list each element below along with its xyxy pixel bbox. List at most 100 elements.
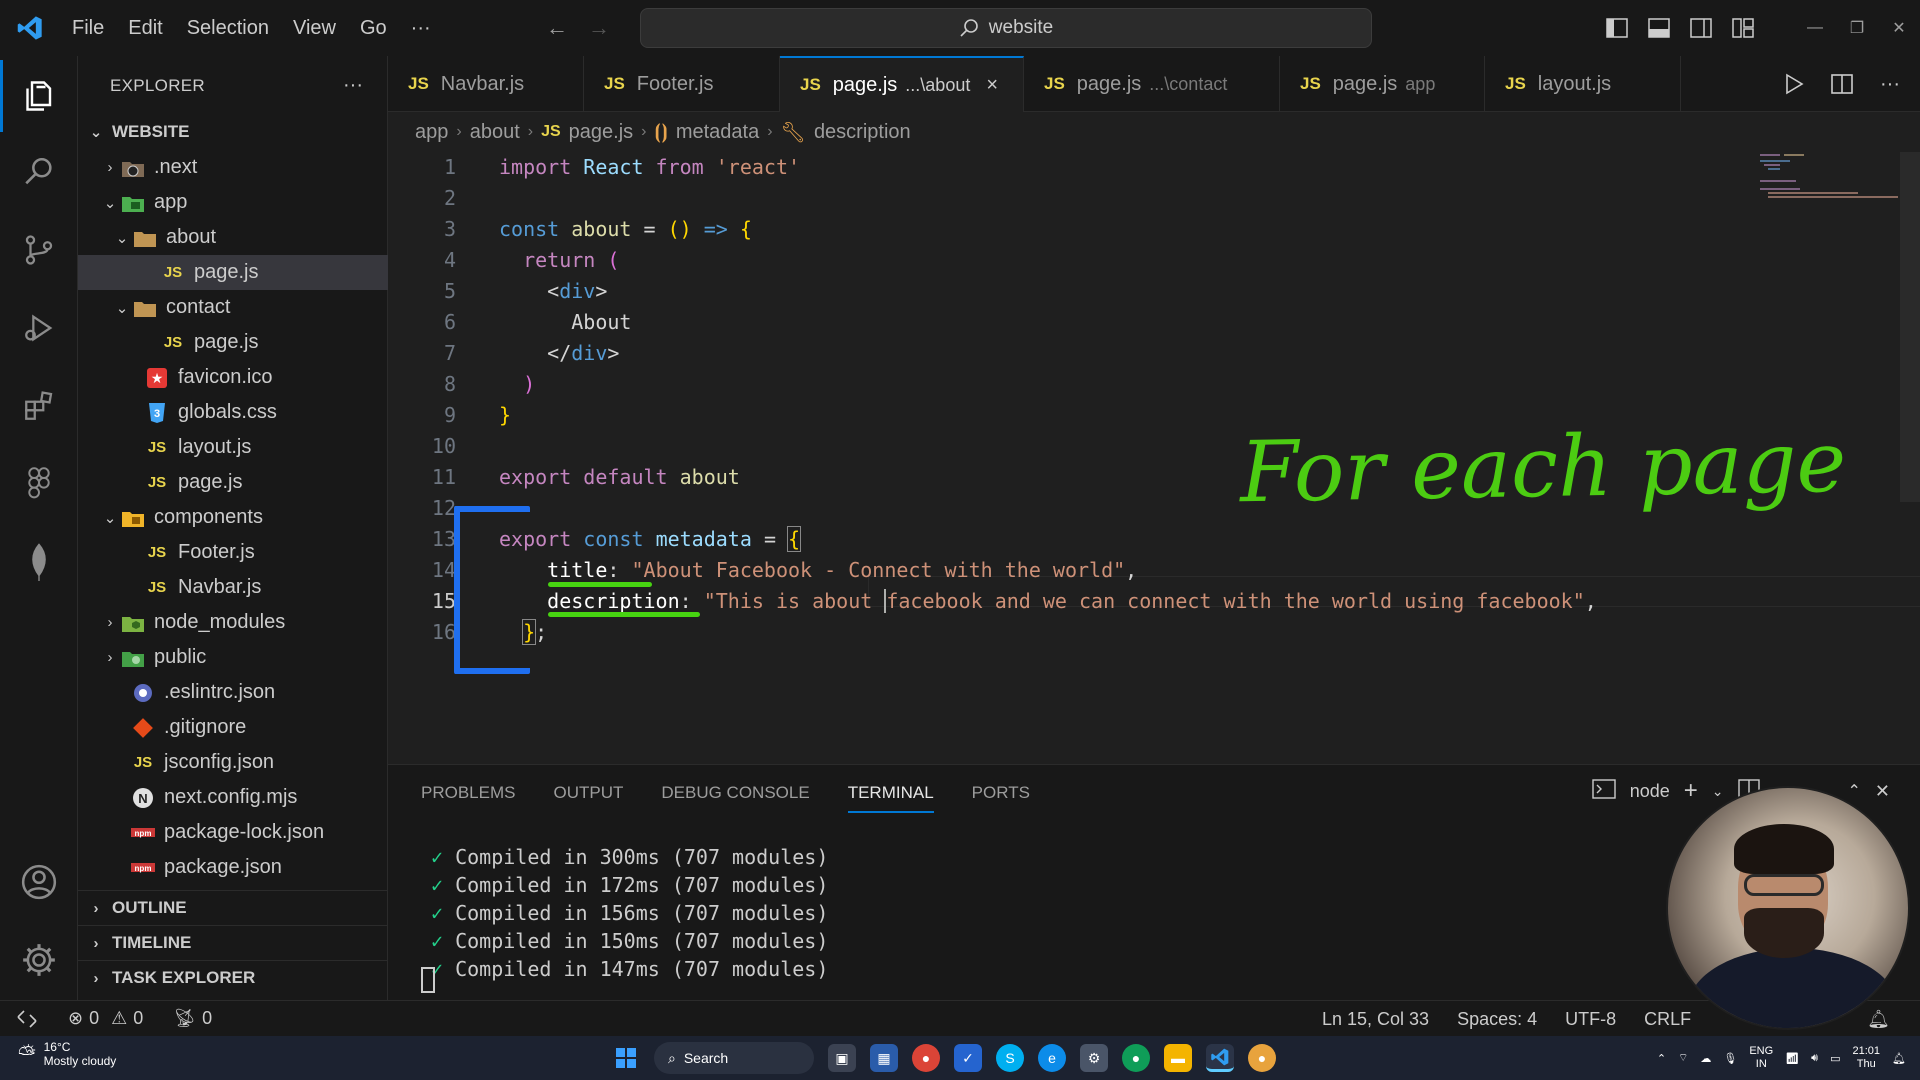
taskbar-search[interactable]: ⌕ Search: [654, 1042, 814, 1074]
tab-app-page-js[interactable]: JS page.js app: [1280, 56, 1485, 112]
tree-item-next[interactable]: › .next: [78, 150, 388, 185]
tab-footer-js[interactable]: JS Footer.js: [584, 56, 780, 112]
tree-item-public[interactable]: › public: [78, 640, 388, 675]
tree-item-favicon[interactable]: ★ favicon.ico: [78, 360, 388, 395]
tree-item-contact[interactable]: ⌄ contact: [78, 290, 388, 325]
ports-status[interactable]: 📡︎ 0: [173, 1008, 212, 1029]
tree-item-navbar-js[interactable]: JS Navbar.js: [78, 570, 388, 605]
menu-selection[interactable]: Selection: [175, 0, 281, 56]
tab-about-page-js[interactable]: JS page.js ...\about ×: [780, 56, 1024, 112]
extensions-icon[interactable]: [0, 370, 78, 442]
calendar-app-icon[interactable]: ▦: [870, 1044, 898, 1072]
tree-item-next-config[interactable]: N next.config.mjs: [78, 780, 388, 815]
tab-layout-js[interactable]: JS layout.js: [1485, 56, 1681, 112]
tree-item-package-json[interactable]: npm package.json: [78, 850, 388, 885]
tab-debug-console[interactable]: DEBUG CONSOLE: [661, 783, 809, 803]
battery-icon[interactable]: ▭: [1830, 1052, 1840, 1065]
tree-item-about-page[interactable]: JS page.js: [78, 255, 388, 290]
windows-start-icon[interactable]: [612, 1044, 640, 1072]
microphone-icon[interactable]: 🎙︎: [1723, 1052, 1737, 1065]
section-task-explorer[interactable]: › TASK EXPLORER: [78, 960, 388, 995]
tree-item-layout-js[interactable]: JS layout.js: [78, 430, 388, 465]
tab-ports[interactable]: PORTS: [972, 783, 1030, 803]
onedrive-cloud-icon[interactable]: ☁: [1700, 1052, 1711, 1065]
restore-icon[interactable]: ❐: [1836, 0, 1878, 56]
tab-contact-page-js[interactable]: JS page.js ...\contact: [1024, 56, 1280, 112]
tree-item-footer-js[interactable]: JS Footer.js: [78, 535, 388, 570]
close-tab-icon[interactable]: ×: [986, 74, 998, 97]
remote-icon[interactable]: [0, 1001, 54, 1037]
search-icon[interactable]: [0, 136, 78, 208]
split-editor-icon[interactable]: [1822, 74, 1862, 94]
minimap[interactable]: [1760, 152, 1900, 212]
workspace-root[interactable]: ⌄ WEBSITE: [78, 114, 388, 149]
section-outline[interactable]: › OUTLINE: [78, 890, 388, 925]
new-terminal-plus-icon[interactable]: +: [1684, 777, 1698, 805]
maximize-panel-icon[interactable]: ⌃: [1848, 781, 1861, 801]
chrome-canary-icon[interactable]: ●: [1248, 1044, 1276, 1072]
editor-more-icon[interactable]: ···: [1870, 73, 1910, 96]
menu-edit[interactable]: Edit: [116, 0, 174, 56]
tree-item-components[interactable]: ⌄ components: [78, 500, 388, 535]
vertical-scrollbar[interactable]: [1900, 152, 1920, 502]
forward-arrow-icon[interactable]: →: [578, 15, 620, 41]
settings-icon[interactable]: ⚙: [1080, 1044, 1108, 1072]
weather-widget[interactable]: ⛅︎ 16°C Mostly cloudy: [18, 1040, 116, 1068]
encoding[interactable]: UTF-8: [1565, 1009, 1616, 1030]
breadcrumb-about[interactable]: about: [470, 121, 520, 144]
terminal-name[interactable]: node: [1630, 781, 1670, 802]
tree-item-globals-css[interactable]: 3 globals.css: [78, 395, 388, 430]
toggle-sidebar-icon[interactable]: [1596, 0, 1638, 56]
tree-item-about[interactable]: ⌄ about: [78, 220, 388, 255]
notification-icon[interactable]: 🔔︎: [1892, 1052, 1906, 1065]
cursor-position[interactable]: Ln 15, Col 33: [1322, 1009, 1429, 1030]
language-indicator[interactable]: ENG IN: [1749, 1045, 1773, 1071]
chrome-icon[interactable]: ●: [912, 1044, 940, 1072]
close-window-icon[interactable]: ✕: [1878, 0, 1920, 56]
todo-icon[interactable]: ✓: [954, 1044, 982, 1072]
menu-more[interactable]: ···: [399, 0, 443, 56]
problems-status[interactable]: ⊗ 0 ⚠ 0: [68, 1008, 143, 1029]
breadcrumb-symbol[interactable]: metadata: [676, 121, 759, 144]
source-control-icon[interactable]: [0, 214, 78, 286]
tree-item-contact-page[interactable]: JS page.js: [78, 325, 388, 360]
command-center-search[interactable]: website: [640, 8, 1372, 48]
tab-terminal[interactable]: TERMINAL: [847, 783, 934, 813]
clock[interactable]: 21:01 Thu: [1853, 1045, 1881, 1071]
tree-item-app-page[interactable]: JS page.js: [78, 465, 388, 500]
tree-item-package-lock[interactable]: npm package-lock.json: [78, 815, 388, 850]
toggle-panel-icon[interactable]: [1638, 0, 1680, 56]
figma-icon[interactable]: [0, 448, 78, 520]
account-icon[interactable]: [0, 846, 78, 918]
chrome-icon[interactable]: ●: [1122, 1044, 1150, 1072]
tree-item-app[interactable]: ⌄ app: [78, 185, 388, 220]
chevron-up-icon[interactable]: ⌃: [1657, 1052, 1666, 1065]
chevron-down-icon[interactable]: ⌄: [1712, 783, 1724, 800]
mongodb-leaf-icon[interactable]: [0, 526, 78, 598]
skype-icon[interactable]: S: [996, 1044, 1024, 1072]
explorer-more-button[interactable]: ···: [343, 74, 363, 97]
menu-file[interactable]: File: [60, 0, 116, 56]
vscode-taskbar-icon[interactable]: [1206, 1044, 1234, 1072]
tree-item-jsconfig[interactable]: JS jsconfig.json: [78, 745, 388, 780]
back-arrow-icon[interactable]: ←: [536, 15, 578, 41]
menu-view[interactable]: View: [281, 0, 348, 56]
file-explorer-icon[interactable]: ▬: [1164, 1044, 1192, 1072]
breadcrumb-app[interactable]: app: [415, 121, 448, 144]
tab-navbar-js[interactable]: JS Navbar.js: [388, 56, 584, 112]
task-view-icon[interactable]: ▣: [828, 1044, 856, 1072]
explorer-icon[interactable]: [0, 60, 78, 132]
tree-item-node-modules[interactable]: › node_modules: [78, 605, 388, 640]
menu-go[interactable]: Go: [348, 0, 399, 56]
network-icon[interactable]: ⌔: [1678, 1051, 1688, 1065]
settings-gear-icon[interactable]: [0, 924, 78, 996]
volume-icon[interactable]: 🔊︎: [1811, 1052, 1818, 1065]
wifi-icon[interactable]: 📶︎: [1785, 1052, 1799, 1065]
minimize-icon[interactable]: —: [1794, 0, 1836, 56]
tree-item-gitignore[interactable]: .gitignore: [78, 710, 388, 745]
section-timeline[interactable]: › TIMELINE: [78, 925, 388, 960]
customize-layout-icon[interactable]: [1722, 0, 1764, 56]
tab-output[interactable]: OUTPUT: [553, 783, 623, 803]
tree-item-eslintrc[interactable]: .eslintrc.json: [78, 675, 388, 710]
run-play-icon[interactable]: [1774, 73, 1814, 95]
